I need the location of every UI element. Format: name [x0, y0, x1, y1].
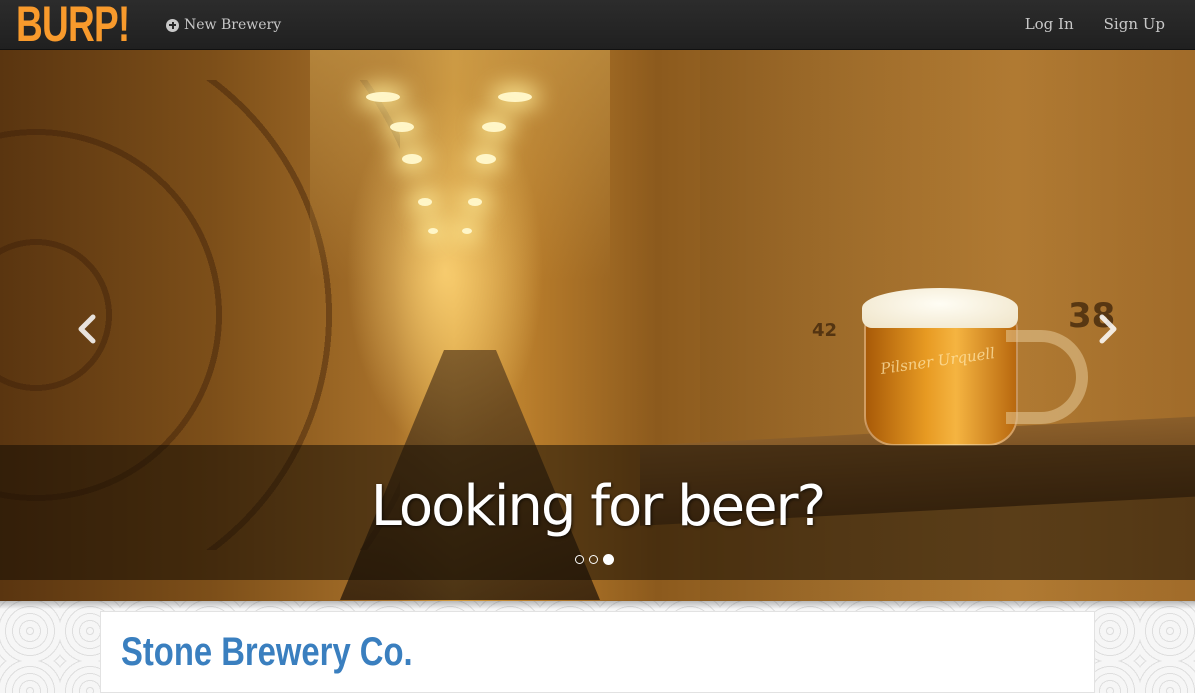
brand-logo[interactable]: BURP! — [16, 0, 130, 52]
brewery-title: Stone Brewery Co. — [121, 630, 413, 674]
carousel-caption: Looking for beer? — [370, 474, 827, 539]
mug-foam — [862, 288, 1018, 328]
carousel-indicator-3[interactable] — [603, 554, 614, 565]
top-navbar: BURP! New Brewery Log In Sign Up — [0, 0, 1195, 52]
chevron-right-icon — [1099, 314, 1117, 344]
mug-logo-text: Pilsner Urquell — [879, 344, 997, 378]
carousel-next-button[interactable] — [1093, 314, 1123, 344]
auth-links: Log In Sign Up — [1025, 15, 1165, 33]
login-link[interactable]: Log In — [1025, 15, 1074, 33]
main-content-panel: Stone Brewery Co. — [100, 611, 1095, 693]
signup-link[interactable]: Sign Up — [1104, 15, 1165, 33]
beer-mug-graphic: Pilsner Urquell — [858, 288, 1098, 458]
cellar-ceiling-graphic — [310, 50, 610, 280]
carousel-prev-button[interactable] — [72, 314, 102, 344]
hero-carousel: 42 38 Pilsner Urquell Looking for beer? — [0, 50, 1195, 601]
carousel-indicator-1[interactable] — [575, 555, 584, 564]
carousel-indicator-2[interactable] — [589, 555, 598, 564]
new-brewery-label: New Brewery — [184, 17, 282, 33]
plus-circle-icon — [166, 18, 179, 32]
chevron-left-icon — [78, 314, 96, 344]
barrel-number-left: 42 — [812, 320, 838, 341]
carousel-indicators — [575, 554, 614, 565]
mug-body: Pilsner Urquell — [864, 316, 1018, 446]
new-brewery-link[interactable]: New Brewery — [166, 15, 281, 35]
carousel-shadow — [0, 601, 1195, 609]
mug-handle — [1006, 330, 1088, 424]
